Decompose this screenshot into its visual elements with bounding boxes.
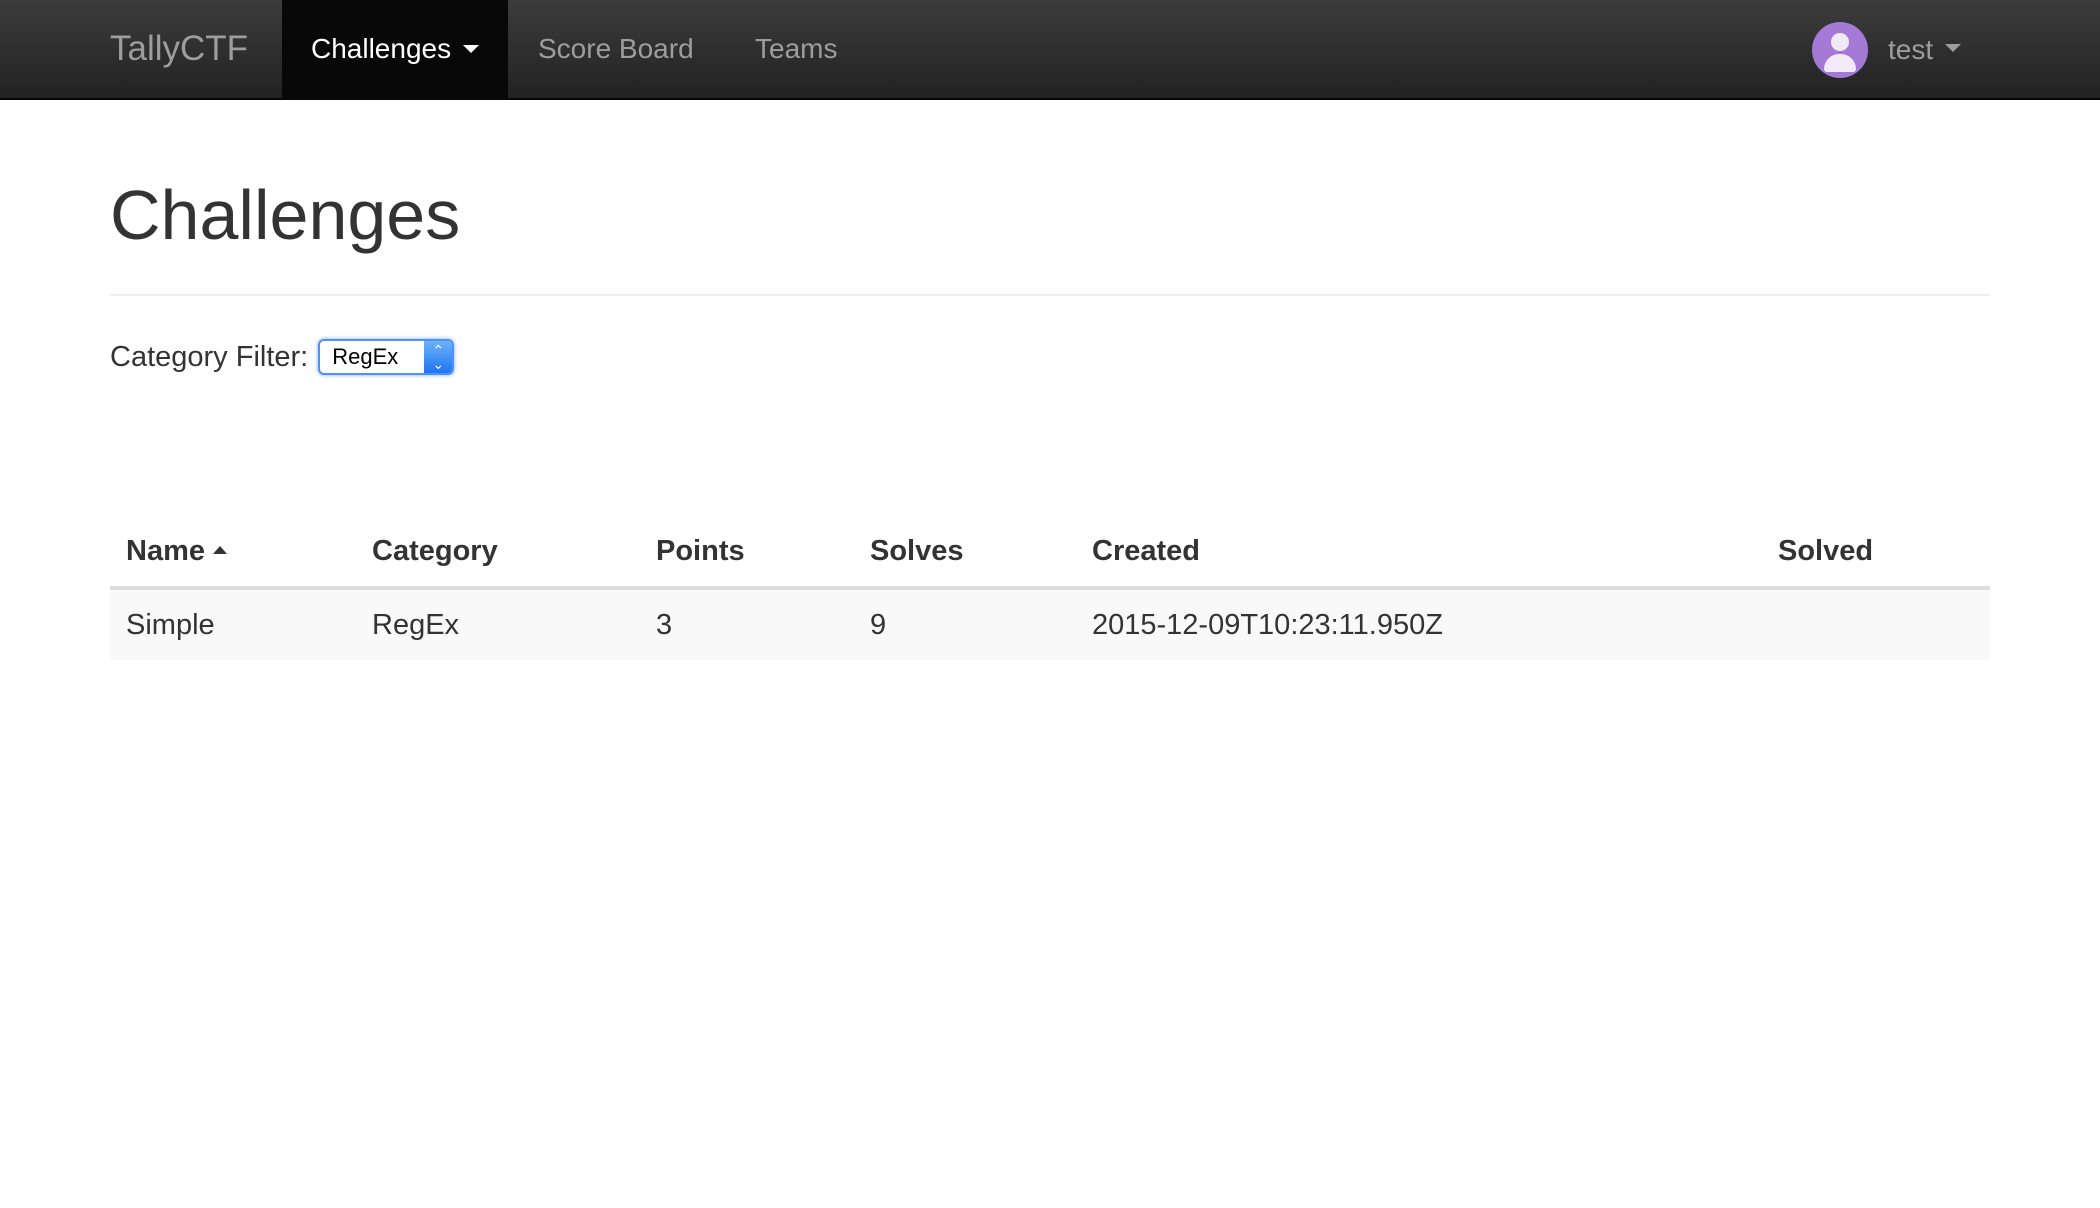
category-filter-label: Category Filter: [110, 340, 309, 373]
column-header-category[interactable]: Category [356, 516, 640, 590]
chevron-down-icon [1945, 44, 1962, 52]
cell-created: 2015-12-09T10:23:11.950Z [1076, 588, 1762, 660]
column-header-created[interactable]: Created [1076, 516, 1762, 590]
table-row[interactable]: Simple RegEx 3 9 2015-12-09T10:23:11.950… [110, 588, 1990, 660]
sort-ascending-icon [213, 545, 227, 554]
nav-score-board[interactable]: Score Board [538, 0, 694, 100]
page-title: Challenges [110, 176, 461, 254]
nav-challenges-label: Challenges [311, 33, 452, 64]
category-filter: Category Filter: RegEx ⌃ ⌄ [110, 338, 455, 376]
column-header-points[interactable]: Points [640, 516, 854, 590]
column-header-name[interactable]: Name [110, 516, 356, 590]
page-header: Challenges [110, 100, 1990, 296]
select-arrows-icon: ⌃ ⌄ [424, 341, 453, 373]
column-header-solves[interactable]: Solves [854, 516, 1076, 590]
cell-solved [1762, 588, 1990, 660]
category-filter-value: RegEx [332, 344, 399, 369]
category-filter-select[interactable]: RegEx ⌃ ⌄ [318, 339, 455, 375]
username-label: test [1888, 34, 1934, 65]
table-header-row: Name Category Points Solves Created Solv… [110, 516, 1990, 590]
user-menu-dropdown[interactable]: test [1812, 22, 1962, 78]
top-navbar: TallyCTF Challenges Score Board Teams te… [0, 0, 2100, 100]
cell-solves: 9 [854, 588, 1076, 660]
main-content: Challenges Category Filter: RegEx ⌃ ⌄ Nam… [110, 100, 1990, 660]
cell-points: 3 [640, 588, 854, 660]
cell-name[interactable]: Simple [110, 588, 356, 660]
user-avatar-icon [1812, 22, 1868, 78]
brand-logo[interactable]: TallyCTF [110, 0, 248, 100]
challenges-table: Name Category Points Solves Created Solv… [110, 516, 1990, 660]
cell-category: RegEx [356, 588, 640, 660]
column-header-solved[interactable]: Solved [1762, 516, 1990, 590]
chevron-down-icon [463, 44, 480, 53]
nav-challenges-dropdown[interactable]: Challenges [282, 0, 508, 100]
nav-teams[interactable]: Teams [755, 0, 837, 100]
